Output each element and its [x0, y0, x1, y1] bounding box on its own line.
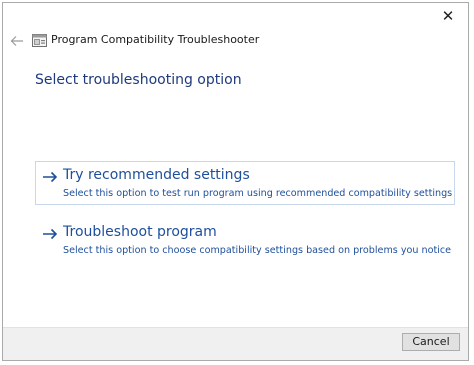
page-heading: Select troubleshooting option [35, 72, 242, 88]
back-arrow-icon[interactable] [10, 34, 24, 48]
window-title: Program Compatibility Troubleshooter [51, 33, 260, 46]
dialog-footer: Cancel [3, 327, 468, 360]
right-arrow-icon [43, 171, 58, 183]
option-troubleshoot-program[interactable]: Troubleshoot program Select this option … [35, 218, 455, 262]
right-arrow-icon [43, 228, 58, 240]
option-title: Try recommended settings [63, 167, 250, 183]
close-icon[interactable]: ✕ [436, 6, 460, 26]
troubleshooter-window: ✕ Program Compatibility Troubleshooter S… [2, 2, 469, 361]
option-description: Select this option to choose compatibili… [63, 245, 452, 256]
title-bar: Program Compatibility Troubleshooter [3, 31, 468, 53]
troubleshooter-app-icon [32, 34, 47, 47]
option-try-recommended-settings[interactable]: Try recommended settings Select this opt… [35, 161, 455, 205]
option-title: Troubleshoot program [63, 224, 217, 240]
cancel-button[interactable]: Cancel [402, 333, 460, 351]
option-description: Select this option to test run program u… [63, 188, 453, 199]
